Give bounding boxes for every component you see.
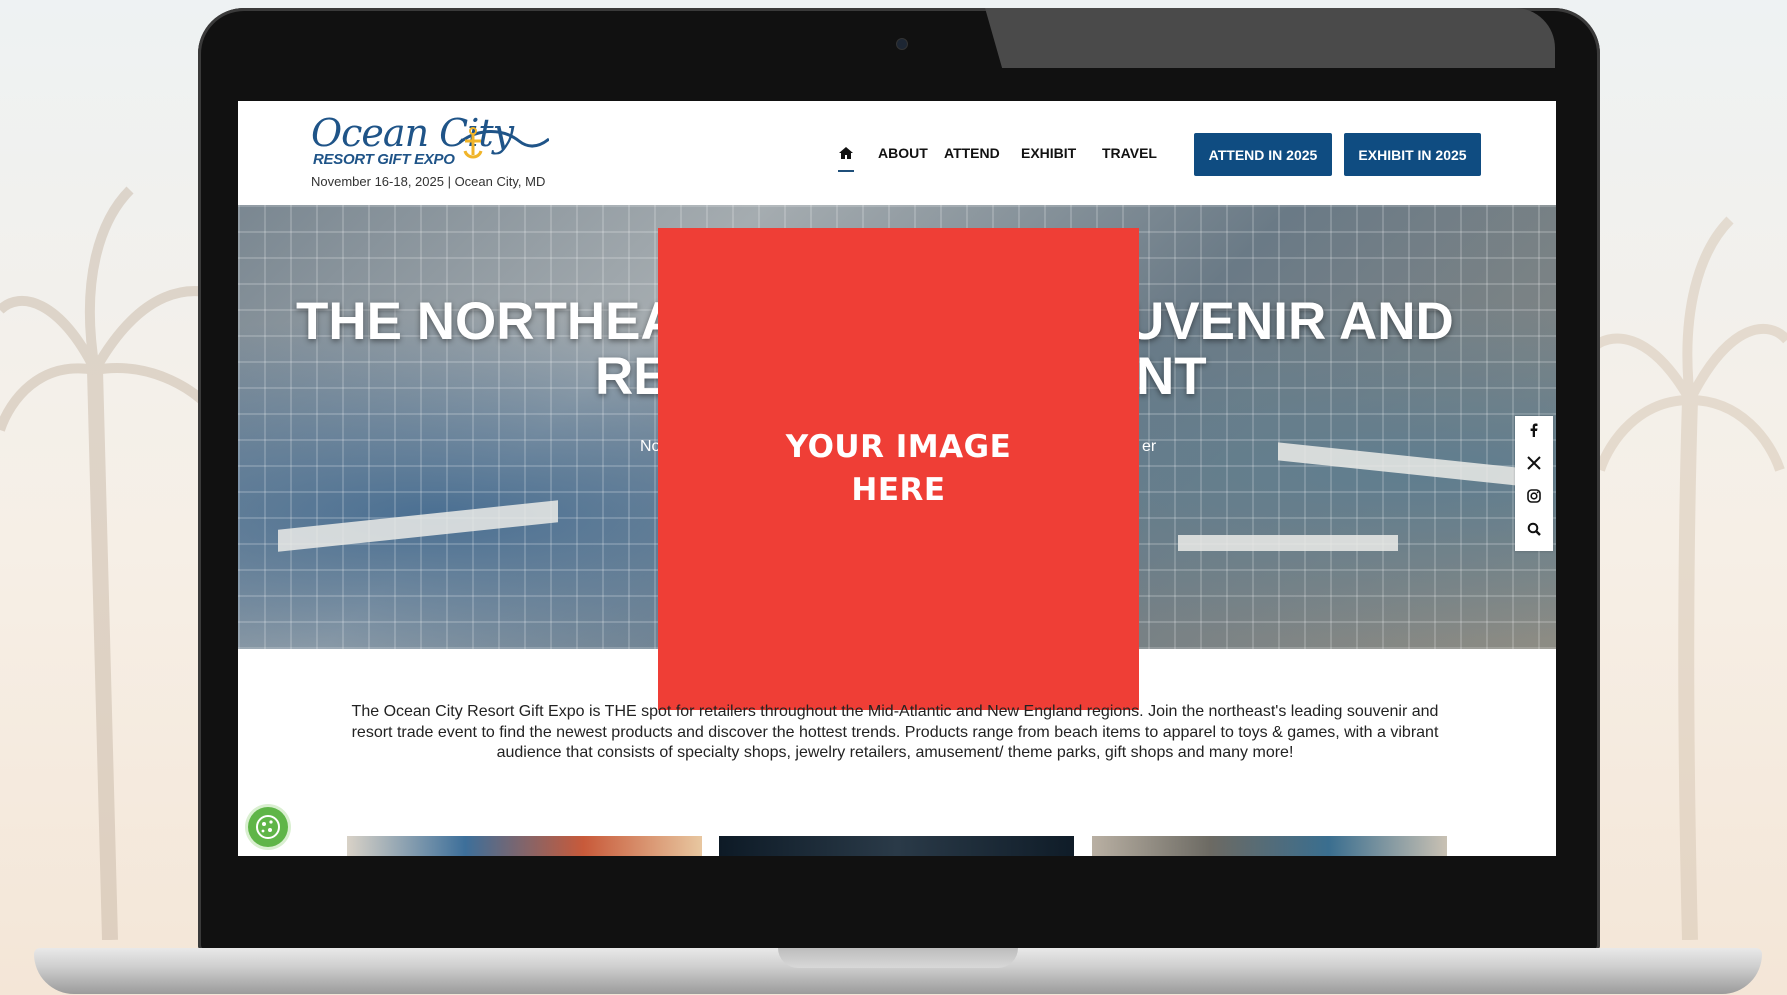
placeholder-line2: HERE bbox=[851, 472, 946, 508]
image-placeholder-label: YOUR IMAGE HERE bbox=[786, 426, 1012, 512]
placeholder-line1: YOUR IMAGE bbox=[785, 429, 1012, 465]
intro-paragraph: The Ocean City Resort Gift Expo is THE s… bbox=[351, 703, 1439, 761]
facebook-icon[interactable] bbox=[1527, 423, 1541, 437]
logo-sub-text: RESORT GIFT EXPO bbox=[313, 151, 455, 168]
x-icon[interactable] bbox=[1527, 456, 1541, 470]
nav-active-indicator bbox=[838, 170, 854, 172]
instagram-icon[interactable] bbox=[1527, 489, 1541, 503]
anchor-icon bbox=[459, 127, 549, 159]
hero-title-line1-right: UVENIR AND bbox=[1126, 292, 1454, 351]
hero-shelf-right-lower bbox=[1178, 535, 1398, 551]
gallery-thumbnail-3[interactable] bbox=[1092, 836, 1447, 856]
gallery-thumbnail-2[interactable] bbox=[719, 836, 1074, 856]
social-sidebar bbox=[1515, 416, 1553, 551]
hero-title-line1-left: THE NORTHEA bbox=[296, 292, 679, 351]
palm-tree-right-decoration bbox=[1590, 216, 1787, 940]
cookie-icon bbox=[256, 815, 280, 839]
nav-exhibit[interactable]: EXHIBIT bbox=[1021, 145, 1076, 161]
site-header: Ocean City RESORT GIFT EXPO November 16-… bbox=[238, 101, 1556, 205]
site-logo[interactable]: Ocean City RESORT GIFT EXPO bbox=[311, 111, 549, 168]
hero-subtitle-right: er bbox=[1142, 438, 1157, 455]
laptop-lid-glare bbox=[985, 8, 1555, 68]
gallery-thumbnail-1[interactable] bbox=[347, 836, 702, 856]
attend-2025-button[interactable]: ATTEND IN 2025 bbox=[1194, 133, 1332, 176]
image-placeholder: YOUR IMAGE HERE bbox=[658, 228, 1139, 710]
nav-attend[interactable]: ATTEND bbox=[944, 145, 1000, 161]
search-icon[interactable] bbox=[1527, 522, 1541, 536]
website-screen: Ocean City RESORT GIFT EXPO November 16-… bbox=[238, 101, 1556, 856]
palm-tree-left-decoration bbox=[0, 186, 230, 940]
hero-title-line2-right: NT bbox=[1136, 347, 1207, 406]
nav-about[interactable]: ABOUT bbox=[878, 145, 928, 161]
webcam-icon bbox=[896, 38, 908, 50]
event-date-location: November 16-18, 2025 | Ocean City, MD bbox=[311, 174, 546, 189]
exhibit-2025-button[interactable]: EXHIBIT IN 2025 bbox=[1344, 133, 1481, 176]
laptop-notch bbox=[778, 948, 1018, 968]
home-icon[interactable] bbox=[838, 145, 854, 161]
nav-travel[interactable]: TRAVEL bbox=[1102, 145, 1157, 161]
cookie-settings-button[interactable] bbox=[248, 807, 288, 847]
